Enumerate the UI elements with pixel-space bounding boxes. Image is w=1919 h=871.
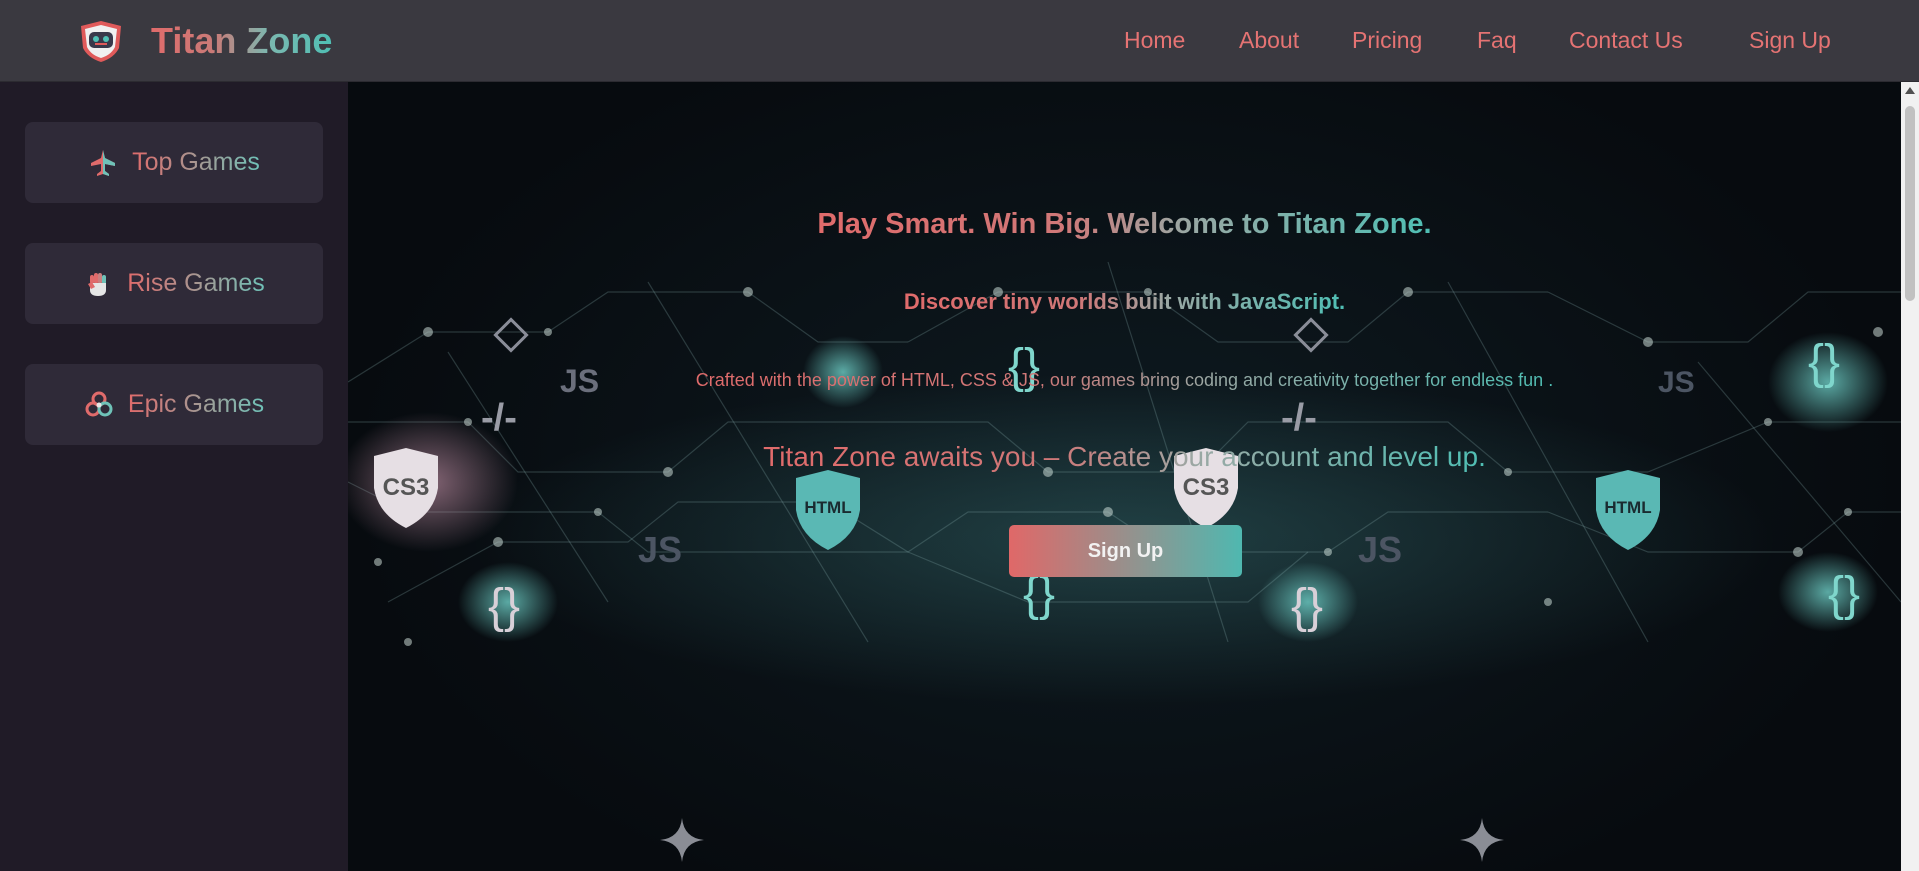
biohazard-icon xyxy=(85,391,113,416)
brand-name[interactable]: Titan Zone xyxy=(151,20,332,62)
page-scrollbar[interactable] xyxy=(1901,82,1919,871)
js-label-3: JS xyxy=(1358,529,1402,570)
game-sidebar: Top Games Rise Games Epic Games xyxy=(0,82,348,871)
scrollbar-thumb[interactable] xyxy=(1905,106,1915,301)
braces-label: {} xyxy=(488,580,520,633)
hero-headline: Play Smart. Win Big. Welcome to Titan Zo… xyxy=(817,208,1432,240)
slash-label: -/- xyxy=(481,397,517,439)
sidebar-item-epic-games[interactable]: Epic Games xyxy=(25,364,323,445)
fist-icon xyxy=(88,272,107,296)
hero-signup-button[interactable]: Sign Up xyxy=(1009,525,1242,577)
nav-contact[interactable]: Contact Us xyxy=(1569,27,1683,54)
html-shield-label: HTML xyxy=(804,498,851,517)
sparkle-icon xyxy=(660,818,704,862)
slash-label-2: -/- xyxy=(1281,397,1317,439)
hero-section: CS3 HTML CS3 HTML JS JS JS JS -/- -/- {}… xyxy=(348,82,1901,871)
circuit-background: CS3 HTML CS3 HTML JS JS JS JS -/- -/- {}… xyxy=(348,261,1901,646)
nav-pricing[interactable]: Pricing xyxy=(1352,27,1422,54)
top-navbar: Titan Zone Home About Pricing Faq Contac… xyxy=(0,0,1919,82)
nav-home[interactable]: Home xyxy=(1124,27,1185,54)
nav-signup[interactable]: Sign Up xyxy=(1749,27,1831,54)
sidebar-item-top-games[interactable]: Top Games xyxy=(25,122,323,203)
sparkle-icon xyxy=(1460,818,1504,862)
braces-label-5: {} xyxy=(1828,568,1860,621)
css-shield-label: CS3 xyxy=(383,474,430,501)
nav-about[interactable]: About xyxy=(1239,27,1299,54)
sidebar-item-label: Rise Games xyxy=(127,269,265,297)
braces-label-2: {} xyxy=(1291,580,1323,633)
css-shield-label-2: CS3 xyxy=(1183,474,1230,501)
sidebar-item-label: Top Games xyxy=(132,148,260,176)
robot-helmet-icon[interactable] xyxy=(76,18,126,64)
hero-description: Crafted with the power of HTML, CSS & JS… xyxy=(695,370,1554,390)
scroll-up-icon[interactable] xyxy=(1905,87,1915,94)
sidebar-item-rise-games[interactable]: Rise Games xyxy=(25,243,323,324)
hero-subheadline: Discover tiny worlds built with JavaScri… xyxy=(903,289,1346,314)
nav-faq[interactable]: Faq xyxy=(1477,27,1517,54)
jet-icon xyxy=(91,149,116,176)
sidebar-item-label: Epic Games xyxy=(127,390,265,418)
js-label-2: JS xyxy=(638,529,682,570)
html-shield-label-2: HTML xyxy=(1604,498,1651,517)
hero-tagline: Titan Zone awaits you – Create your acco… xyxy=(763,441,1486,472)
